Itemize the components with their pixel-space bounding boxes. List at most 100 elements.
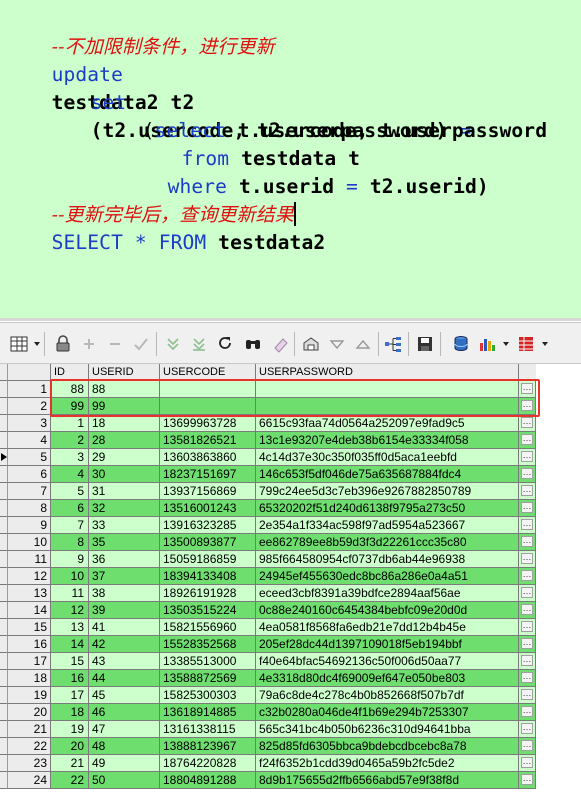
cell-ellipsis-button[interactable]: … bbox=[519, 500, 536, 517]
cell-id[interactable]: 9 bbox=[51, 551, 89, 568]
cell-id[interactable]: 12 bbox=[51, 602, 89, 619]
table-icon[interactable] bbox=[515, 333, 537, 355]
tree-icon[interactable] bbox=[382, 333, 404, 355]
row-indicator[interactable] bbox=[0, 687, 8, 704]
cell-userpassword[interactable]: 4c14d37e30c350f035ff0d5aca1eebfd bbox=[256, 449, 519, 466]
lock-icon[interactable] bbox=[52, 333, 74, 355]
code-line-1[interactable]: --不加限制条件，进行更新 bbox=[4, 5, 275, 58]
cell-userid[interactable]: 30 bbox=[89, 466, 160, 483]
cell-userid[interactable]: 39 bbox=[89, 602, 160, 619]
cell-ellipsis-button[interactable]: … bbox=[519, 466, 536, 483]
ellipsis-icon[interactable]: … bbox=[521, 689, 533, 700]
splitter[interactable] bbox=[0, 318, 581, 321]
row-indicator[interactable] bbox=[0, 585, 8, 602]
cell-id[interactable]: 17 bbox=[51, 687, 89, 704]
cell-userid[interactable]: 28 bbox=[89, 432, 160, 449]
chevron-down-icon[interactable] bbox=[542, 342, 548, 346]
table-row[interactable]: 10 8 35 13500893877 ee862789ee8b59d3f3d22261… bbox=[0, 534, 581, 551]
row-indicator[interactable] bbox=[0, 619, 8, 636]
code-line-8[interactable]: SELECT * FROM testdata2 bbox=[4, 201, 326, 254]
ellipsis-icon[interactable]: … bbox=[521, 655, 533, 666]
cell-usercode[interactable]: 13581826521 bbox=[160, 432, 256, 449]
table-row[interactable]: 20 18 46 13618914885 c32b0280a046de4f1b69e29… bbox=[0, 704, 581, 721]
ellipsis-icon[interactable]: … bbox=[521, 417, 533, 428]
sql-editor[interactable]: --不加限制条件，进行更新 update testdata2 t2 set (t… bbox=[0, 0, 581, 318]
cell-id[interactable]: 10 bbox=[51, 568, 89, 585]
table-row[interactable]: 12 10 37 18394133408 24945ef455630edc8bc86a2… bbox=[0, 568, 581, 585]
cell-userid[interactable]: 46 bbox=[89, 704, 160, 721]
code-line-2[interactable]: update testdata2 t2 bbox=[4, 33, 195, 114]
column-header-userid[interactable]: USERID bbox=[89, 364, 160, 381]
row-indicator[interactable] bbox=[0, 466, 8, 483]
ellipsis-icon[interactable]: … bbox=[521, 434, 533, 445]
cell-userid[interactable]: 31 bbox=[89, 483, 160, 500]
table-row[interactable]: 9 7 33 13916323285 2e354a1f334ac598f97ad5954… bbox=[0, 517, 581, 534]
cell-id[interactable]: 88 bbox=[51, 381, 89, 398]
row-indicator[interactable] bbox=[0, 738, 8, 755]
row-indicator[interactable] bbox=[0, 721, 8, 738]
table-row[interactable]: 16 14 42 15528352568 205ef28dc44d1397109018f… bbox=[0, 636, 581, 653]
cell-userid[interactable]: 47 bbox=[89, 721, 160, 738]
database-icon[interactable] bbox=[450, 333, 472, 355]
cell-id[interactable]: 2 bbox=[51, 432, 89, 449]
row-indicator[interactable] bbox=[0, 636, 8, 653]
cell-usercode[interactable] bbox=[160, 381, 256, 398]
cell-ellipsis-button[interactable]: … bbox=[519, 534, 536, 551]
cell-userpassword[interactable]: 65320202f51d240d6138f9795a273c50 bbox=[256, 500, 519, 517]
cell-userid[interactable]: 37 bbox=[89, 568, 160, 585]
table-row[interactable]: 6 4 30 18237151697 146c653f5df046de75a635687… bbox=[0, 466, 581, 483]
cell-id[interactable]: 11 bbox=[51, 585, 89, 602]
ellipsis-icon[interactable]: … bbox=[521, 774, 533, 785]
row-indicator[interactable] bbox=[0, 602, 8, 619]
cell-userpassword[interactable]: f40e64bfac54692136c50f006d50aa77 bbox=[256, 653, 519, 670]
cell-userpassword[interactable]: 0c88e240160c6454384bebfc09e20d0d bbox=[256, 602, 519, 619]
cell-usercode[interactable]: 15825300303 bbox=[160, 687, 256, 704]
cell-userid[interactable]: 50 bbox=[89, 772, 160, 789]
cell-userid[interactable]: 33 bbox=[89, 517, 160, 534]
find-icon[interactable] bbox=[242, 333, 264, 355]
cell-userid[interactable]: 45 bbox=[89, 687, 160, 704]
cell-userpassword[interactable]: ee862789ee8b59d3f3d22261ccc35c80 bbox=[256, 534, 519, 551]
ellipsis-icon[interactable]: … bbox=[521, 519, 533, 530]
cell-userpassword[interactable]: f24f6352b1cdd39d0465a59b2fc5de2 bbox=[256, 755, 519, 772]
cell-usercode[interactable]: 13916323285 bbox=[160, 517, 256, 534]
cell-id[interactable]: 3 bbox=[51, 449, 89, 466]
cell-ellipsis-button[interactable]: … bbox=[519, 738, 536, 755]
table-row[interactable]: 13 11 38 18926191928 eceed3cbf8391a39bdfce28… bbox=[0, 585, 581, 602]
cell-ellipsis-button[interactable]: … bbox=[519, 585, 536, 602]
row-indicator[interactable] bbox=[0, 772, 8, 789]
row-indicator[interactable] bbox=[0, 500, 8, 517]
code-line-7[interactable]: --更新完毕后，查询更新结果 bbox=[4, 173, 296, 226]
table-row[interactable]: 23 21 49 18764220828 f24f6352b1cdd39d0465a59… bbox=[0, 755, 581, 772]
cell-usercode[interactable]: 18394133408 bbox=[160, 568, 256, 585]
row-indicator[interactable] bbox=[0, 653, 8, 670]
cell-ellipsis-button[interactable]: … bbox=[519, 517, 536, 534]
cell-id[interactable]: 4 bbox=[51, 466, 89, 483]
row-indicator[interactable] bbox=[0, 551, 8, 568]
cell-ellipsis-button[interactable]: … bbox=[519, 721, 536, 738]
cell-ellipsis-button[interactable]: … bbox=[519, 432, 536, 449]
chevron-down-icon[interactable] bbox=[34, 342, 40, 346]
code-line-5[interactable]: from testdata t bbox=[134, 117, 360, 170]
cell-userid[interactable]: 41 bbox=[89, 619, 160, 636]
cell-id[interactable]: 16 bbox=[51, 670, 89, 687]
save-icon[interactable] bbox=[414, 333, 436, 355]
cell-ellipsis-button[interactable]: … bbox=[519, 449, 536, 466]
cell-usercode[interactable]: 18926191928 bbox=[160, 585, 256, 602]
ellipsis-icon[interactable]: … bbox=[521, 706, 533, 717]
ellipsis-icon[interactable]: … bbox=[521, 604, 533, 615]
cell-ellipsis-button[interactable]: … bbox=[519, 415, 536, 432]
cell-id[interactable]: 18 bbox=[51, 704, 89, 721]
cell-usercode[interactable]: 13516001243 bbox=[160, 500, 256, 517]
cell-userpassword[interactable]: c32b0280a046de4f1b69e294b7253307 bbox=[256, 704, 519, 721]
table-row[interactable]: 5 3 29 13603863860 4c14d37e30c350f035ff0d5ac… bbox=[0, 449, 581, 466]
ellipsis-icon[interactable]: … bbox=[521, 383, 533, 394]
cell-usercode[interactable]: 13603863860 bbox=[160, 449, 256, 466]
table-row[interactable]: 14 12 39 13503515224 0c88e240160c6454384bebf… bbox=[0, 602, 581, 619]
cell-userid[interactable]: 49 bbox=[89, 755, 160, 772]
cell-ellipsis-button[interactable]: … bbox=[519, 755, 536, 772]
cell-userpassword[interactable]: 4e3318d80dc4f69009ef647e050be803 bbox=[256, 670, 519, 687]
cell-id[interactable]: 7 bbox=[51, 517, 89, 534]
cell-usercode[interactable]: 13588872569 bbox=[160, 670, 256, 687]
cell-userpassword[interactable] bbox=[256, 381, 519, 398]
